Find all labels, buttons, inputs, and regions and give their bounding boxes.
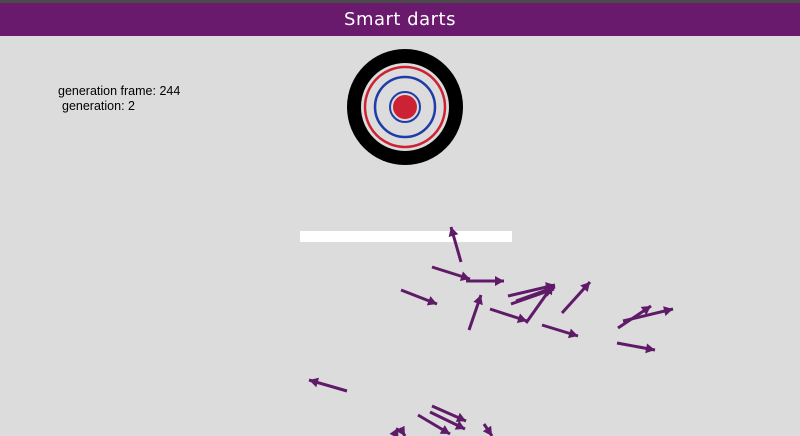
dart xyxy=(616,341,656,354)
dart xyxy=(482,423,494,436)
header-bar: Smart darts xyxy=(0,3,800,36)
darts-layer xyxy=(308,226,674,436)
simulation-canvas xyxy=(300,49,674,436)
dart xyxy=(560,280,592,315)
dart xyxy=(489,307,528,323)
dart xyxy=(400,288,438,306)
obstacle-bar xyxy=(300,231,512,242)
dart xyxy=(466,276,504,286)
dart xyxy=(431,265,471,282)
dart xyxy=(308,377,348,393)
dart xyxy=(541,323,579,339)
dart-head xyxy=(495,276,504,286)
dart xyxy=(389,427,400,436)
dart-head xyxy=(663,306,673,316)
app-title: Smart darts xyxy=(344,9,456,30)
dart-head xyxy=(389,428,399,436)
target xyxy=(347,49,463,165)
target-bullseye xyxy=(393,95,417,119)
dart xyxy=(467,294,483,331)
